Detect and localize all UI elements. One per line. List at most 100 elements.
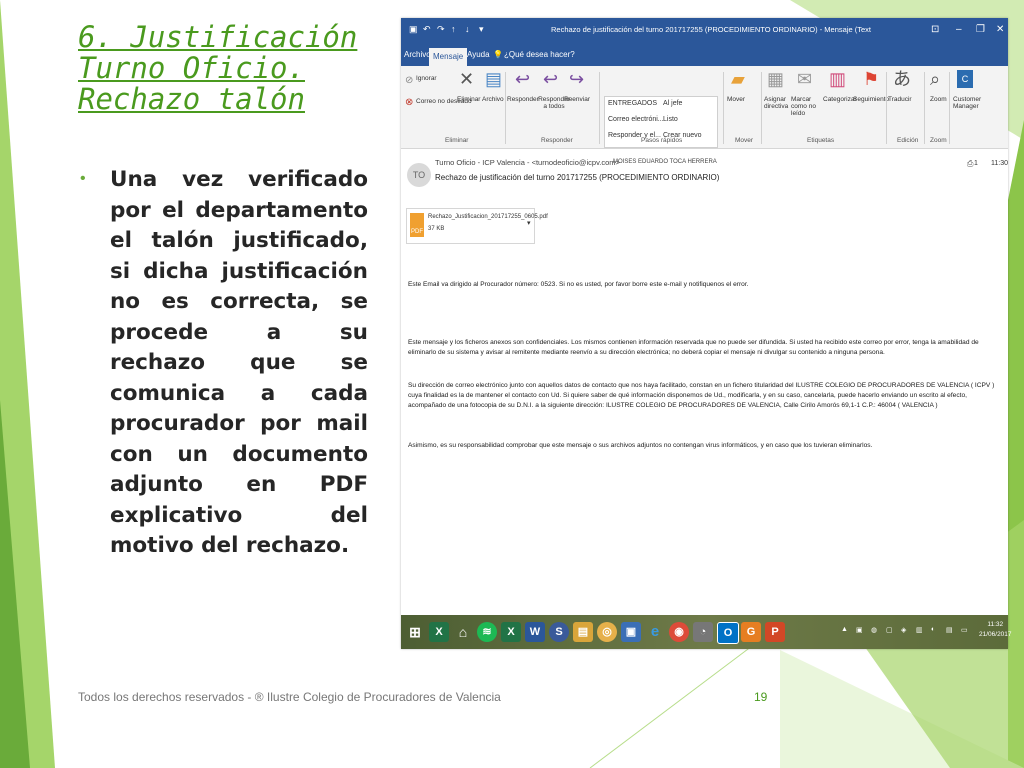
flag-icon: ⚑ bbox=[863, 69, 880, 89]
ignorar-button[interactable]: Ignorar bbox=[416, 75, 437, 82]
file-explorer-icon[interactable]: ▤ bbox=[573, 622, 593, 642]
categorizar-button[interactable]: Categorizar bbox=[823, 96, 857, 103]
home-icon[interactable]: ⌂ bbox=[453, 622, 473, 642]
seguimiento-button[interactable]: Seguimiento bbox=[853, 96, 889, 103]
attachment-card[interactable]: PDF Rechazo_Justificacion_201717255_0605… bbox=[406, 208, 548, 244]
zoom-icon: ⌕ bbox=[930, 69, 941, 89]
up-arrow-icon[interactable]: ↑ bbox=[451, 24, 456, 34]
pdf-file-icon: PDF bbox=[410, 213, 424, 237]
volume-icon[interactable]: ◐ bbox=[931, 626, 935, 633]
group-separator bbox=[924, 72, 925, 144]
tab-ayuda[interactable]: Ayuda bbox=[467, 50, 490, 59]
body-paragraph: Este mensaje y los ficheros anexos son c… bbox=[408, 339, 979, 356]
group-separator bbox=[505, 72, 506, 144]
quick-step-entregados[interactable]: ENTREGADOS bbox=[608, 100, 657, 107]
app-gray-icon[interactable]: ◔ bbox=[693, 622, 713, 642]
excel-icon[interactable]: X bbox=[501, 622, 521, 642]
app-g-icon[interactable]: G bbox=[741, 622, 761, 642]
internet-explorer-icon[interactable]: e bbox=[645, 622, 665, 642]
mover-button[interactable]: Mover bbox=[727, 96, 745, 103]
tray-icon[interactable]: ▥ bbox=[916, 626, 923, 634]
mark-unread-icon: ✉ bbox=[797, 69, 813, 89]
chrome-icon[interactable]: ◉ bbox=[669, 622, 689, 642]
notifications-icon[interactable]: ▭ bbox=[961, 626, 968, 634]
group-eliminar: Eliminar bbox=[445, 137, 469, 144]
clock-date: 21/06/2017 bbox=[979, 631, 1012, 638]
quick-step-al-jefe[interactable]: Al jefe bbox=[663, 100, 682, 107]
app-s-icon[interactable]: S bbox=[549, 622, 569, 642]
group-separator bbox=[949, 72, 950, 144]
delete-icon: ✕ bbox=[459, 69, 475, 89]
tray-icon[interactable]: ▣ bbox=[856, 626, 863, 634]
down-arrow-icon[interactable]: ↓ bbox=[465, 24, 470, 34]
undo-icon[interactable]: ↶ bbox=[423, 24, 431, 35]
taskbar-clock[interactable]: 11:32 21/06/2017 bbox=[979, 620, 1012, 640]
close-icon[interactable]: ✕ bbox=[996, 24, 1004, 35]
tray-icon[interactable]: ▤ bbox=[946, 626, 953, 634]
slide-page-number: 19 bbox=[754, 690, 768, 704]
tab-tell-me[interactable]: ¿Qué desea hacer? bbox=[504, 50, 575, 59]
customer-manager-icon: C bbox=[957, 70, 973, 88]
app-circle-icon[interactable]: ◎ bbox=[597, 622, 617, 642]
outlook-icon[interactable]: O bbox=[717, 622, 739, 644]
traducir-button[interactable]: Traducir bbox=[888, 96, 912, 103]
powerpoint-icon[interactable]: P bbox=[765, 622, 785, 642]
responder-button[interactable]: Responder bbox=[507, 96, 539, 103]
translate-icon: あ bbox=[893, 69, 911, 89]
archivo-button[interactable]: Archivo bbox=[482, 96, 504, 103]
store-icon[interactable]: ▣ bbox=[621, 622, 641, 642]
network-icon[interactable]: ◍ bbox=[871, 626, 877, 634]
archive-icon: ▤ bbox=[485, 69, 503, 89]
asignar-directiva-button[interactable]: Asignar directiva bbox=[764, 96, 790, 110]
clock-time: 11:32 bbox=[987, 621, 1004, 628]
slide-bullet-text: Una vez verificado por el departamento e… bbox=[110, 167, 368, 558]
eliminar-button[interactable]: Eliminar bbox=[457, 96, 480, 103]
tab-archivo[interactable]: Archivo bbox=[404, 50, 431, 59]
attachment-icon: ⎙ bbox=[967, 159, 974, 168]
quick-step-correo[interactable]: Correo electróni... bbox=[608, 116, 664, 123]
ignore-icon: ⊘ bbox=[405, 75, 414, 86]
windows-taskbar: ⊞ X ⌂ ≋ X W S ▤ ◎ ▣ e ◉ ◔ O G P ▲ ▣ ◍ ▢ … bbox=[401, 615, 1012, 649]
received-time: 11:30 bbox=[991, 160, 1008, 167]
reenviar-button[interactable]: Reenviar bbox=[564, 96, 590, 103]
policy-icon: ▦ bbox=[767, 69, 785, 89]
recipient[interactable]: MOISES EDUARDO TOCA HERRERA bbox=[613, 159, 717, 165]
ribbon: ⊘ Ignorar ⊗ Correo no deseado ✕ Eliminar… bbox=[401, 66, 1008, 149]
group-separator bbox=[761, 72, 762, 144]
tray-icon[interactable]: ◈ bbox=[901, 626, 906, 634]
tray-expand-icon[interactable]: ▲ bbox=[841, 626, 848, 633]
reply-icon: ↩ bbox=[515, 69, 531, 89]
sender[interactable]: Turno Oficio - ICP Valencia - <turnodeof… bbox=[435, 158, 620, 167]
customize-toolbar-icon[interactable]: ▾ bbox=[479, 24, 484, 35]
group-mover: Mover bbox=[735, 137, 754, 144]
attachment-count: 1 bbox=[974, 160, 978, 167]
word-icon[interactable]: W bbox=[525, 622, 545, 642]
restore-icon[interactable]: ❐ bbox=[976, 24, 985, 35]
ribbon-display-icon[interactable]: ⊡ bbox=[931, 24, 939, 35]
ribbon-tabs: Archivo Mensaje Ayuda 💡 ¿Qué desea hacer… bbox=[401, 44, 1008, 66]
window-titlebar: ▣ ↶ ↷ ↑ ↓ ▾ Rechazo de justificación del… bbox=[401, 18, 1008, 44]
spotify-icon[interactable]: ≋ bbox=[477, 622, 497, 642]
body-paragraph: Asimismo, es su responsabilidad comproba… bbox=[408, 442, 873, 449]
chevron-down-icon[interactable]: ▾ bbox=[527, 219, 531, 227]
quick-step-listo[interactable]: Listo bbox=[663, 116, 678, 123]
pdf-icon-label: PDF bbox=[411, 229, 423, 235]
junk-icon: ⊗ bbox=[405, 97, 414, 108]
excel-icon[interactable]: X bbox=[429, 622, 449, 642]
group-edicion: Edición bbox=[897, 137, 919, 144]
slide-footer: Todos los derechos reservados - ® Ilustr… bbox=[78, 690, 501, 704]
windows-start-icon[interactable]: ⊞ bbox=[405, 622, 425, 642]
save-icon[interactable]: ▣ bbox=[409, 24, 418, 35]
zoom-button[interactable]: Zoom bbox=[930, 96, 947, 103]
group-separator bbox=[599, 72, 600, 144]
window-title: Rechazo de justificación del turno 20171… bbox=[551, 25, 871, 34]
body-paragraph: Su dirección de correo electrónico junto… bbox=[408, 382, 995, 409]
lightbulb-icon: 💡 bbox=[493, 50, 503, 59]
minimize-icon[interactable]: – bbox=[956, 24, 962, 35]
outlook-message-window: ▣ ↶ ↷ ↑ ↓ ▾ Rechazo de justificación del… bbox=[401, 18, 1012, 649]
redo-icon[interactable]: ↷ bbox=[437, 24, 445, 35]
customer-manager-button[interactable]: Customer Manager bbox=[953, 96, 993, 110]
tab-mensaje[interactable]: Mensaje bbox=[429, 48, 468, 66]
tray-icon[interactable]: ▢ bbox=[886, 626, 893, 634]
marcar-no-leido-button[interactable]: Marcar como no leído bbox=[791, 96, 825, 117]
